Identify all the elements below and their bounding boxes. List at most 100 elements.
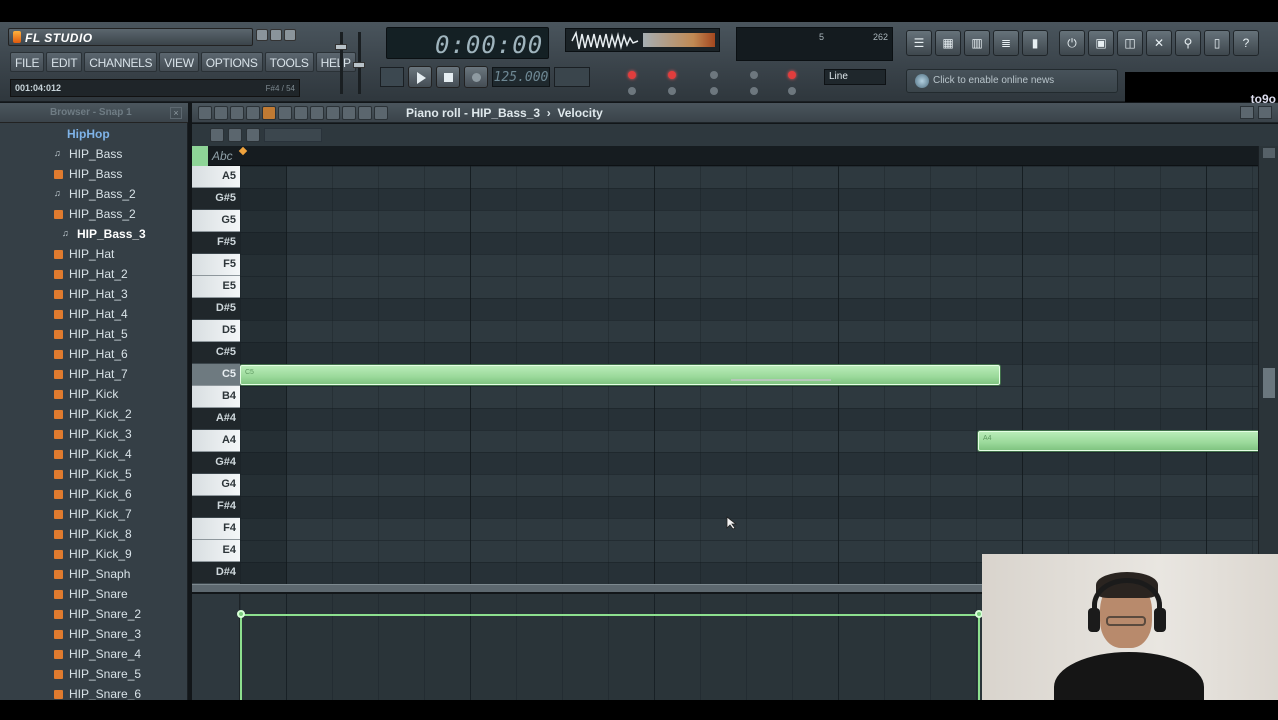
browser-item[interactable]: HIP_Hat_4 bbox=[0, 304, 188, 324]
browser-item[interactable]: HIP_Hat_7 bbox=[0, 364, 188, 384]
vertical-scroll-thumb[interactable] bbox=[1263, 368, 1275, 398]
horizontal-scrollbar[interactable] bbox=[192, 584, 982, 592]
menu-view[interactable]: VIEW bbox=[159, 52, 199, 72]
velocity-grid[interactable] bbox=[237, 594, 983, 700]
menu-options[interactable]: OPTIONS bbox=[200, 52, 263, 72]
browser-item[interactable]: HIP_Kick_6 bbox=[0, 484, 188, 504]
menu-arrow-icon[interactable] bbox=[198, 106, 212, 120]
piano-key[interactable]: F4 bbox=[192, 518, 240, 540]
render-icon[interactable]: ◫ bbox=[1117, 30, 1143, 56]
song-time-display[interactable]: 0:00:00 bbox=[386, 27, 549, 59]
master-volume-knob[interactable] bbox=[335, 44, 347, 50]
maximize-button[interactable] bbox=[270, 29, 282, 41]
browser-item[interactable]: HIP_Hat_6 bbox=[0, 344, 188, 364]
browser-item[interactable]: HIP_Snare bbox=[0, 584, 188, 604]
piano-key[interactable]: E4 bbox=[192, 540, 240, 562]
piano-key[interactable]: E5 bbox=[192, 276, 240, 298]
piano-key[interactable]: F#5 bbox=[192, 232, 240, 254]
select-icon[interactable] bbox=[342, 106, 356, 120]
paint-icon[interactable] bbox=[278, 106, 292, 120]
browser-item[interactable]: HIP_Kick_3 bbox=[0, 424, 188, 444]
piano-roll-detach-button[interactable] bbox=[1240, 106, 1254, 119]
piano-roll-close-button[interactable] bbox=[1258, 106, 1272, 119]
note-c5[interactable]: C5 bbox=[240, 365, 1000, 385]
metronome-led[interactable] bbox=[628, 71, 636, 79]
slice-icon[interactable] bbox=[326, 106, 340, 120]
browser-icon[interactable]: ≣ bbox=[993, 30, 1019, 56]
snap-selector[interactable]: Line bbox=[824, 69, 886, 85]
piano-key[interactable]: B4 bbox=[192, 386, 240, 408]
record-button[interactable] bbox=[464, 66, 488, 88]
pencil-icon[interactable] bbox=[262, 106, 276, 120]
piano-key[interactable]: D5 bbox=[192, 320, 240, 342]
piano-key[interactable]: D#4 bbox=[192, 562, 240, 584]
browser-close-icon[interactable]: × bbox=[170, 107, 182, 119]
browser-item[interactable]: HIP_Kick_4 bbox=[0, 444, 188, 464]
velocity-bar-c5[interactable] bbox=[240, 614, 978, 616]
piano-key[interactable]: A#4 bbox=[192, 408, 240, 430]
browser-item[interactable]: HIP_Kick_7 bbox=[0, 504, 188, 524]
close-button[interactable] bbox=[284, 29, 296, 41]
loop-record-led[interactable] bbox=[788, 71, 796, 79]
piano-key[interactable]: A5 bbox=[192, 166, 240, 188]
piano-key[interactable]: A4 bbox=[192, 430, 240, 452]
browser-item[interactable]: ♫ HIP_Bass bbox=[0, 144, 188, 164]
blend-led[interactable] bbox=[750, 71, 758, 79]
menu-tools[interactable]: TOOLS bbox=[264, 52, 314, 72]
overdub-led[interactable] bbox=[710, 87, 718, 95]
search-icon[interactable]: ⚲ bbox=[1175, 30, 1201, 56]
browser-item[interactable]: HIP_Kick bbox=[0, 384, 188, 404]
playback-icon[interactable] bbox=[374, 106, 388, 120]
browser-item[interactable]: HIP_Snare_3 bbox=[0, 624, 188, 644]
minimize-button[interactable] bbox=[256, 29, 268, 41]
velocity-handle-c5[interactable] bbox=[237, 610, 245, 618]
timeline-ruler[interactable]: Abc bbox=[192, 146, 1258, 166]
piano-key[interactable]: F5 bbox=[192, 254, 240, 276]
browser-item[interactable]: HIP_Bass_2 bbox=[0, 204, 188, 224]
pattern-song-switch[interactable] bbox=[380, 67, 404, 87]
playhead-marker[interactable] bbox=[238, 146, 248, 156]
save-icon[interactable]: ▣ bbox=[1088, 30, 1114, 56]
stretch-icon[interactable] bbox=[210, 128, 224, 142]
browser-folder[interactable]: HipHop bbox=[0, 124, 188, 144]
countdown-led[interactable] bbox=[710, 71, 718, 79]
browser-item[interactable]: HIP_Kick_2 bbox=[0, 404, 188, 424]
browser-item[interactable]: HIP_Hat_5 bbox=[0, 324, 188, 344]
browser-item[interactable]: HIP_Snare_4 bbox=[0, 644, 188, 664]
playlist-icon[interactable]: ☰ bbox=[906, 30, 932, 56]
browser-item[interactable]: HIP_Kick_5 bbox=[0, 464, 188, 484]
draw-icon[interactable] bbox=[228, 128, 242, 142]
piano-key[interactable]: C#5 bbox=[192, 342, 240, 364]
piano-roll-mode[interactable]: Velocity bbox=[557, 106, 602, 120]
stamp-icon[interactable] bbox=[246, 106, 260, 120]
piano-roll-icon[interactable]: ▥ bbox=[964, 30, 990, 56]
typing-keyboard-led[interactable] bbox=[668, 87, 676, 95]
zoom-icon[interactable] bbox=[358, 106, 372, 120]
snap-icon[interactable] bbox=[214, 106, 228, 120]
browser-item[interactable]: HIP_Hat_3 bbox=[0, 284, 188, 304]
menu-file[interactable]: FILE bbox=[10, 52, 45, 72]
step-edit-led[interactable] bbox=[628, 87, 636, 95]
document-icon[interactable]: ▯ bbox=[1204, 30, 1230, 56]
delete-icon[interactable] bbox=[294, 106, 308, 120]
browser-item[interactable]: HIP_Snaph bbox=[0, 564, 188, 584]
note-a4[interactable]: A4 bbox=[978, 431, 1258, 451]
browser-item[interactable]: ♫ HIP_Bass_3 bbox=[0, 224, 188, 244]
piano-key[interactable]: F#4 bbox=[192, 496, 240, 518]
browser-item[interactable]: HIP_Bass bbox=[0, 164, 188, 184]
tools-icon[interactable]: ✕ bbox=[1146, 30, 1172, 56]
piano-key[interactable]: G#5 bbox=[192, 188, 240, 210]
scroll-up-button[interactable] bbox=[1263, 148, 1275, 158]
tempo-display[interactable]: 125.000 bbox=[492, 67, 550, 87]
arrow-icon[interactable] bbox=[246, 128, 260, 142]
browser-item[interactable]: HIP_Kick_8 bbox=[0, 524, 188, 544]
piano-key[interactable]: G5 bbox=[192, 210, 240, 232]
scroll-led[interactable] bbox=[750, 87, 758, 95]
piano-key[interactable]: D#5 bbox=[192, 298, 240, 320]
browser-item[interactable]: HIP_Snare_2 bbox=[0, 604, 188, 624]
step-sequencer-icon[interactable]: ▦ bbox=[935, 30, 961, 56]
wait-led[interactable] bbox=[668, 71, 676, 79]
stop-button[interactable] bbox=[436, 66, 460, 88]
browser-item[interactable]: ♫ HIP_Bass_2 bbox=[0, 184, 188, 204]
play-button[interactable] bbox=[408, 66, 432, 88]
